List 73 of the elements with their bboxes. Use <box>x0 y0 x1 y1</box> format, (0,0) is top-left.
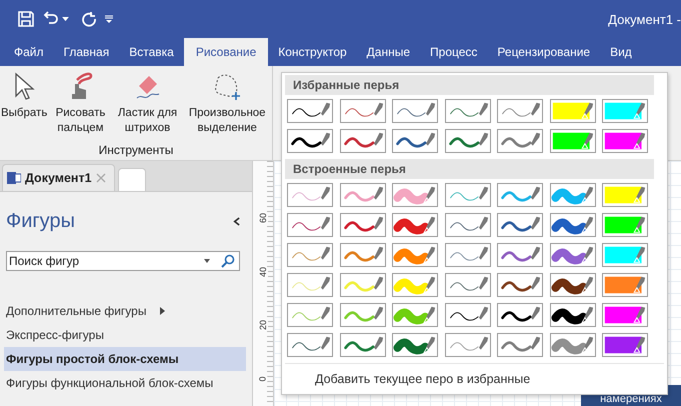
pen-button[interactable] <box>497 303 543 327</box>
tool-button[interactable]: Рисовать пальцем <box>48 70 113 138</box>
pen-stroke-icon <box>550 274 594 296</box>
ruler-label: 60 <box>258 212 268 223</box>
search-field[interactable]: Поиск фигур <box>6 251 240 271</box>
document-icon <box>7 171 21 185</box>
pen-stroke-icon <box>603 244 647 266</box>
tool-button[interactable]: Ластик для штрихов <box>112 70 182 138</box>
ruler-label: 40 <box>258 266 268 277</box>
undo-icon[interactable] <box>42 11 60 27</box>
customize-menu-icon[interactable] <box>105 15 113 23</box>
lasso-icon <box>212 72 242 102</box>
ribbon-tab[interactable]: Данные <box>356 38 420 66</box>
pen-stroke-icon <box>550 214 594 236</box>
pane-title: Фигуры <box>6 210 75 233</box>
pen-stroke-icon <box>550 244 594 266</box>
ribbon-tab[interactable]: Рисование <box>184 38 268 66</box>
section-header: Встроенные перья <box>285 159 654 179</box>
pen-stroke-icon <box>393 184 437 206</box>
pen-stroke-icon <box>550 184 594 206</box>
pen-stroke-icon <box>603 304 647 326</box>
pen-button[interactable] <box>497 213 543 237</box>
pen-stroke-icon <box>550 100 594 122</box>
ribbon-tab[interactable]: Главная <box>54 38 120 66</box>
dropdown-caret-icon[interactable] <box>204 259 210 263</box>
pen-button[interactable] <box>287 129 333 153</box>
stencil-item[interactable]: Фигуры простой блок-схемы <box>4 347 246 371</box>
tool-button[interactable]: Выбрать <box>0 70 48 138</box>
pen-stroke-icon <box>603 130 647 152</box>
stencil-item[interactable]: Экспресс-фигуры <box>4 323 246 347</box>
search-icon[interactable] <box>221 254 235 268</box>
document-tab[interactable]: Документ1 <box>2 164 115 191</box>
ribbon-tab[interactable]: Вставка <box>119 38 184 66</box>
ribbon-tab[interactable]: Процесс <box>420 38 488 66</box>
pen-button[interactable] <box>497 273 543 297</box>
save-icon[interactable] <box>18 11 34 27</box>
pen-stroke-icon <box>603 334 647 356</box>
pen-button[interactable] <box>550 213 596 237</box>
pen-stroke-icon <box>393 244 437 266</box>
pen-stroke-icon <box>393 334 437 356</box>
pen-button[interactable] <box>444 303 490 327</box>
stencil-item[interactable]: Фигуры функциональной блок-схемы <box>4 371 246 395</box>
ruler-label: 20 <box>258 320 268 330</box>
section-header: Избранные перья <box>285 75 654 95</box>
group-label: Инструменты <box>98 143 174 157</box>
pen-stroke-icon <box>393 304 437 326</box>
pen-stroke-icon <box>603 274 647 296</box>
pen-stroke-icon <box>603 184 647 206</box>
ruler-label: 0 <box>258 376 268 382</box>
pen-button[interactable] <box>392 129 438 153</box>
stencil-item[interactable]: Дополнительные фигуры <box>4 299 246 323</box>
collapse-icon[interactable] <box>233 217 240 226</box>
pen-button[interactable] <box>287 99 333 123</box>
caret-icon[interactable] <box>62 16 69 22</box>
pen-stroke-icon <box>603 100 647 122</box>
pen-stroke-icon <box>550 334 594 356</box>
ribbon-tab[interactable]: Вид <box>600 38 642 66</box>
pen-button[interactable] <box>550 303 596 327</box>
pen-button[interactable] <box>550 273 596 297</box>
ribbon-tab[interactable]: Рецензирование <box>487 38 600 66</box>
ribbon-tab[interactable]: Конструктор <box>268 38 357 66</box>
ribbon-tab[interactable]: Файл <box>4 38 54 66</box>
add-to-favorites-link[interactable]: Добавить текущее перо в избранные <box>285 363 664 386</box>
pen-stroke-icon <box>550 130 594 152</box>
window-title: Документ1 - <box>608 12 681 26</box>
pen-stroke-icon <box>603 214 647 236</box>
pen-stroke-icon <box>393 214 437 236</box>
pen-stroke-icon <box>550 304 594 326</box>
tool-button[interactable]: Произвольное выделение <box>182 70 272 138</box>
pen-button[interactable] <box>392 333 438 357</box>
redo-icon[interactable] <box>81 11 97 27</box>
pen-stroke-icon <box>393 274 437 296</box>
document-tab-label: Документ1 <box>25 171 92 185</box>
